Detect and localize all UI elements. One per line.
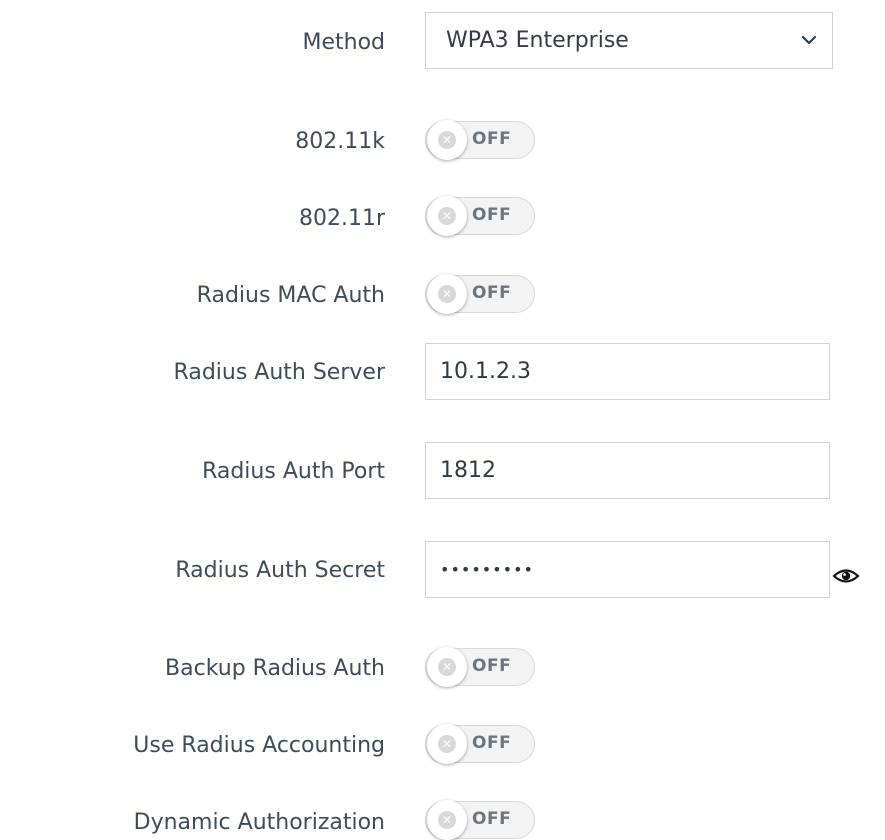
dynamic-authorization-label: Dynamic Authorization bbox=[133, 810, 385, 835]
toggle-state-label: OFF bbox=[472, 205, 512, 225]
toggle-state-label: OFF bbox=[472, 129, 512, 149]
toggle-knob: ✕ bbox=[427, 120, 467, 160]
toggle-knob: ✕ bbox=[427, 274, 467, 314]
toggle-knob: ✕ bbox=[427, 800, 467, 840]
backup-radius-auth-toggle[interactable]: ✕ OFF bbox=[425, 647, 535, 687]
use-radius-accounting-toggle[interactable]: ✕ OFF bbox=[425, 724, 535, 764]
k80211-toggle[interactable]: ✕ OFF bbox=[425, 120, 535, 160]
toggle-knob: ✕ bbox=[427, 196, 467, 236]
x-icon: ✕ bbox=[438, 207, 456, 225]
method-label: Method bbox=[302, 30, 385, 55]
method-select-value: WPA3 Enterprise bbox=[446, 28, 629, 53]
dynamic-authorization-toggle[interactable]: ✕ OFF bbox=[425, 800, 535, 840]
radius-auth-port-value: 1812 bbox=[440, 458, 496, 483]
eye-icon[interactable] bbox=[832, 566, 860, 586]
radius-auth-port-input[interactable]: 1812 bbox=[425, 442, 830, 499]
radius-mac-auth-label: Radius MAC Auth bbox=[196, 283, 385, 308]
radius-auth-port-label: Radius Auth Port bbox=[202, 459, 385, 484]
backup-radius-auth-label: Backup Radius Auth bbox=[165, 656, 385, 681]
toggle-knob: ✕ bbox=[427, 647, 467, 687]
x-icon: ✕ bbox=[438, 658, 456, 676]
radius-auth-secret-input[interactable]: ••••••••• bbox=[425, 541, 830, 598]
r80211-label: 802.11r bbox=[298, 206, 385, 231]
radius-auth-server-label: Radius Auth Server bbox=[173, 360, 385, 385]
toggle-state-label: OFF bbox=[472, 733, 512, 753]
chevron-down-icon bbox=[801, 35, 817, 45]
radius-auth-server-input[interactable]: 10.1.2.3 bbox=[425, 343, 830, 400]
k80211-label: 802.11k bbox=[295, 129, 385, 154]
x-icon: ✕ bbox=[438, 285, 456, 303]
x-icon: ✕ bbox=[438, 131, 456, 149]
toggle-state-label: OFF bbox=[472, 809, 512, 829]
toggle-state-label: OFF bbox=[472, 656, 512, 676]
use-radius-accounting-label: Use Radius Accounting bbox=[133, 733, 385, 758]
r80211-toggle[interactable]: ✕ OFF bbox=[425, 196, 535, 236]
toggle-state-label: OFF bbox=[472, 283, 512, 303]
x-icon: ✕ bbox=[438, 811, 456, 829]
x-icon: ✕ bbox=[438, 735, 456, 753]
radius-auth-server-value: 10.1.2.3 bbox=[440, 359, 531, 384]
radius-mac-auth-toggle[interactable]: ✕ OFF bbox=[425, 274, 535, 314]
radius-auth-secret-label: Radius Auth Secret bbox=[175, 558, 385, 583]
radius-auth-secret-value: ••••••••• bbox=[440, 560, 534, 579]
method-select[interactable]: WPA3 Enterprise bbox=[425, 12, 833, 69]
toggle-knob: ✕ bbox=[427, 724, 467, 764]
